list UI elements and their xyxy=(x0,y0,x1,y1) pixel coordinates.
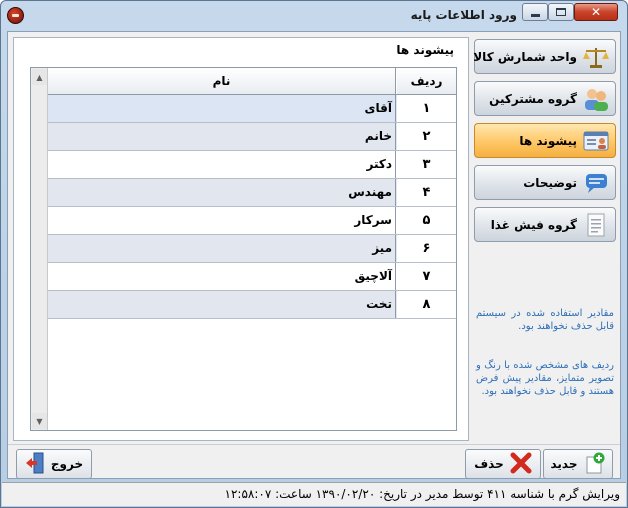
grid-header: نام ردیف xyxy=(48,68,456,95)
exit-label: خروج xyxy=(50,457,84,471)
title-bar[interactable]: ورود اطلاعات پایه ✕ xyxy=(1,1,627,31)
delete-label: حذف xyxy=(474,457,504,471)
cell-index[interactable]: ۵ xyxy=(397,207,456,234)
cell-name[interactable]: میز xyxy=(48,235,396,262)
maximize-button[interactable] xyxy=(548,3,574,21)
app-icon[interactable] xyxy=(7,7,24,24)
table-row[interactable]: مهندس ۴ xyxy=(48,179,456,207)
table-row[interactable]: تخت ۸ xyxy=(48,291,456,319)
column-header-name[interactable]: نام xyxy=(48,68,396,94)
nav-label: پیشوند ها xyxy=(519,133,577,148)
info-note-used-values: مقادیر استفاده شده در سیستم قابل حذف نخو… xyxy=(476,308,614,332)
cell-index[interactable]: ۸ xyxy=(397,291,456,318)
nav-label: گروه فیش غذا xyxy=(490,217,577,232)
maximize-icon xyxy=(556,8,566,16)
cell-name[interactable]: خانم xyxy=(48,123,396,150)
cell-name[interactable]: مهندس xyxy=(48,179,396,206)
window-title: ورود اطلاعات پایه xyxy=(410,8,517,22)
users-icon xyxy=(583,86,609,112)
scroll-down-icon[interactable]: ▼ xyxy=(32,413,47,429)
cell-index[interactable]: ۱ xyxy=(397,95,456,122)
minimize-icon xyxy=(530,13,540,17)
table-row[interactable]: آقای ۱ xyxy=(48,95,456,123)
comment-icon xyxy=(583,170,609,196)
bottom-toolbar: خروج حذف جدید xyxy=(8,444,620,479)
nav-prefixes[interactable]: پیشوند ها xyxy=(474,123,616,158)
grid-rows: آقای ۱ خانم ۲ دکتر ۳ مهندس ۴ سرکار ۵ میز ۶ آلا… xyxy=(48,95,456,319)
nav-label: واحد شمارش کالا xyxy=(473,49,577,64)
close-icon: ✕ xyxy=(590,5,602,19)
cell-name[interactable]: سرکار xyxy=(48,207,396,234)
exit-icon xyxy=(25,452,45,477)
cell-index[interactable]: ۶ xyxy=(397,235,456,262)
table-row[interactable]: خانم ۲ xyxy=(48,123,456,151)
cell-name[interactable]: آلاچیق xyxy=(48,263,396,290)
cell-index[interactable]: ۲ xyxy=(397,123,456,150)
table-row[interactable]: آلاچیق ۷ xyxy=(48,263,456,291)
nav-unit-of-measure[interactable]: واحد شمارش کالا xyxy=(473,39,616,74)
new-label: جدید xyxy=(550,457,578,471)
nav-meal-ticket-groups[interactable]: گروه فیش غذا xyxy=(474,207,616,242)
cell-name[interactable]: دکتر xyxy=(48,151,396,178)
table-row[interactable]: میز ۶ xyxy=(48,235,456,263)
column-header-index[interactable]: ردیف xyxy=(397,68,456,94)
scroll-up-icon[interactable]: ▲ xyxy=(32,69,47,85)
status-bar: ویرایش گرم با شناسه ۴۱۱ توسط مدیر در تار… xyxy=(2,482,626,506)
prefix-panel: پیشوند ها ▲ ▼ نام ردیف آقای ۱ خانم ۲ دکتر ۳… xyxy=(13,37,469,441)
id-card-icon xyxy=(583,128,609,154)
delete-button[interactable]: حذف xyxy=(465,449,541,479)
vertical-scrollbar[interactable]: ▲ ▼ xyxy=(31,68,48,430)
panel-caption: پیشوند ها xyxy=(396,43,454,57)
nav-descriptions[interactable]: توضیحات xyxy=(474,165,616,200)
document-icon xyxy=(583,212,609,238)
nav-subscriber-groups[interactable]: گروه مشترکین xyxy=(474,81,616,116)
new-document-icon xyxy=(584,452,606,477)
client-area: پیشوند ها ▲ ▼ نام ردیف آقای ۱ خانم ۲ دکتر ۳… xyxy=(7,31,621,479)
cell-name[interactable]: آقای xyxy=(48,95,396,122)
status-text: ویرایش گرم با شناسه ۴۱۱ توسط مدیر در تار… xyxy=(224,487,620,501)
nav-label: توضیحات xyxy=(523,175,577,190)
table-row[interactable]: دکتر ۳ xyxy=(48,151,456,179)
new-button[interactable]: جدید xyxy=(543,449,613,479)
table-row[interactable]: سرکار ۵ xyxy=(48,207,456,235)
close-button[interactable]: ✕ xyxy=(574,3,618,21)
scale-icon xyxy=(583,44,609,70)
cell-name[interactable]: تخت xyxy=(48,291,396,318)
delete-x-icon xyxy=(510,452,532,477)
minimize-button[interactable] xyxy=(522,3,548,21)
cell-index[interactable]: ۷ xyxy=(397,263,456,290)
cell-index[interactable]: ۴ xyxy=(397,179,456,206)
info-note-default-values: ردیف های مشخص شده با رنگ و تصویر متمایز،… xyxy=(476,360,614,397)
prefix-grid[interactable]: ▲ ▼ نام ردیف آقای ۱ خانم ۲ دکتر ۳ مهندس ۴ سر… xyxy=(30,67,457,431)
exit-button[interactable]: خروج xyxy=(16,449,92,479)
app-window: ورود اطلاعات پایه ✕ پیشوند ها ▲ ▼ نام رد… xyxy=(0,0,628,508)
cell-index[interactable]: ۳ xyxy=(397,151,456,178)
nav-label: گروه مشترکین xyxy=(489,91,577,106)
